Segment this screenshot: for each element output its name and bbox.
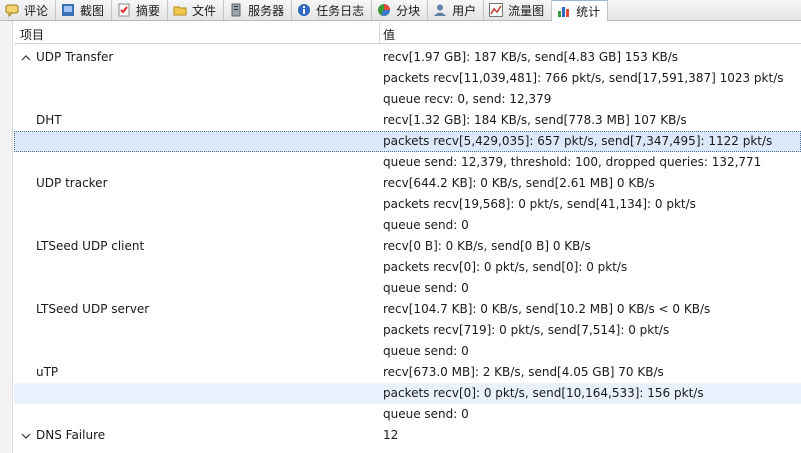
tab-label: 截图 [80, 3, 105, 18]
row-name: UDP tracker [36, 176, 108, 190]
tab-0[interactable]: 评论 [0, 0, 57, 20]
screenshot-icon [61, 3, 75, 17]
row-value: queue send: 12,379, threshold: 100, drop… [383, 155, 762, 169]
row-value: recv[104.7 KB]: 0 KB/s, send[10.2 MB] 0 … [383, 302, 711, 316]
row-value: queue send: 0 [383, 281, 469, 295]
comment-icon [5, 3, 19, 18]
tab-label: 摘要 [136, 3, 161, 18]
column-divider[interactable] [379, 22, 380, 43]
tab-2[interactable]: 摘要 [112, 0, 169, 20]
table-row[interactable]: queue recv: 0, send: 12,379 [14, 89, 801, 110]
expand-icon[interactable] [20, 425, 32, 446]
tab-label: 分块 [396, 3, 421, 18]
row-value: recv[644.2 KB]: 0 KB/s, send[2.61 MB] 0 … [383, 176, 655, 190]
row-value: packets recv[0]: 0 pkt/s, send[0]: 0 pkt… [383, 260, 628, 274]
stats-icon [557, 4, 571, 18]
tab-1[interactable]: 截图 [56, 0, 113, 20]
row-value: 12 [383, 428, 399, 442]
table-row[interactable]: DNS Failure 12 [14, 425, 801, 446]
tab-label: 用户 [452, 3, 477, 18]
row-value: packets recv[719]: 0 pkt/s, send[7,514]:… [383, 323, 670, 337]
left-strip [0, 21, 13, 453]
row-value: recv[1.97 GB]: 187 KB/s, send[4.83 GB] 1… [383, 50, 678, 64]
table-row[interactable]: queue send: 0 [14, 215, 801, 236]
info-icon [297, 3, 311, 17]
table-row[interactable]: packets recv[0]: 0 pkt/s, send[10,164,53… [14, 383, 801, 404]
column-header-item[interactable]: 项目 [20, 26, 44, 43]
row-value: packets recv[19,568]: 0 pkt/s, send[41,1… [383, 197, 696, 211]
summary-icon [117, 3, 131, 17]
tab-5[interactable]: 任务日志 [292, 0, 373, 20]
row-value: recv[0 B]: 0 KB/s, send[0 B] 0 KB/s [383, 239, 591, 253]
row-name: DNS Failure [36, 428, 106, 442]
table-row[interactable]: queue send: 0 [14, 404, 801, 425]
table-row[interactable]: DHT recv[1.32 GB]: 184 KB/s, send[778.3 M… [14, 110, 801, 131]
tab-label: 统计 [576, 4, 601, 19]
pie-chart-icon [377, 3, 391, 17]
row-name: uTP [36, 365, 59, 379]
table-row[interactable]: UDP Transfer recv[1.97 GB]: 187 KB/s, sen… [14, 47, 801, 68]
table-row[interactable]: queue send: 0 [14, 278, 801, 299]
table-row[interactable]: LTSeed UDP client recv[0 B]: 0 KB/s, send… [14, 236, 801, 257]
row-name: DHT [36, 113, 62, 127]
tab-label: 文件 [192, 3, 217, 18]
line-chart-icon [489, 3, 504, 17]
file-icon [173, 3, 187, 17]
row-value: recv[1.32 GB]: 184 KB/s, send[778.3 MB] … [383, 113, 687, 127]
column-header: 项目 值 [14, 22, 801, 44]
tab-8[interactable]: 流量图 [484, 0, 553, 20]
column-header-value[interactable]: 值 [383, 26, 395, 43]
tab-4[interactable]: 服务器 [224, 0, 293, 20]
tab-label: 服务器 [248, 3, 285, 18]
tab-bar: 评论 截图 摘要 文件 服务器 任务日志 分块 用户 流量图 统计 [0, 0, 801, 21]
table-row[interactable]: packets recv[0]: 0 pkt/s, send[0]: 0 pkt… [14, 257, 801, 278]
table-row[interactable]: packets recv[719]: 0 pkt/s, send[7,514]:… [14, 320, 801, 341]
collapse-icon[interactable] [20, 47, 32, 68]
stats-list: UDP Transfer recv[1.97 GB]: 187 KB/s, sen… [14, 47, 801, 446]
tab-label: 评论 [24, 3, 49, 18]
row-value: packets recv[0]: 0 pkt/s, send[10,164,53… [383, 386, 704, 400]
table-row[interactable]: queue send: 12,379, threshold: 100, drop… [14, 152, 801, 173]
server-icon [229, 3, 243, 17]
row-value: packets recv[11,039,481]: 766 pkt/s, sen… [383, 71, 784, 85]
row-value: queue send: 0 [383, 218, 469, 232]
table-row[interactable]: UDP tracker recv[644.2 KB]: 0 KB/s, send[… [14, 173, 801, 194]
table-row[interactable]: packets recv[11,039,481]: 766 pkt/s, sen… [14, 68, 801, 89]
row-value: queue send: 0 [383, 407, 469, 421]
table-row[interactable]: packets recv[19,568]: 0 pkt/s, send[41,1… [14, 194, 801, 215]
tab-9[interactable]: 统计 [552, 0, 609, 21]
user-icon [433, 3, 447, 17]
tab-6[interactable]: 分块 [372, 0, 429, 20]
row-name: LTSeed UDP client [36, 239, 145, 253]
row-value: queue recv: 0, send: 12,379 [383, 92, 552, 106]
row-value: packets recv[5,429,035]: 657 pkt/s, send… [383, 134, 773, 148]
table-row[interactable]: packets recv[5,429,035]: 657 pkt/s, send… [14, 131, 801, 152]
row-value: recv[673.0 MB]: 2 KB/s, send[4.05 GB] 70… [383, 365, 664, 379]
tab-3[interactable]: 文件 [168, 0, 225, 20]
row-name: UDP Transfer [36, 50, 114, 64]
table-row[interactable]: uTP recv[673.0 MB]: 2 KB/s, send[4.05 GB]… [14, 362, 801, 383]
tab-label: 任务日志 [316, 3, 365, 18]
table-row[interactable]: LTSeed UDP server recv[104.7 KB]: 0 KB/s,… [14, 299, 801, 320]
row-value: queue send: 0 [383, 344, 469, 358]
tab-label: 流量图 [508, 3, 545, 18]
tab-7[interactable]: 用户 [428, 0, 485, 20]
table-row[interactable]: queue send: 0 [14, 341, 801, 362]
row-name: LTSeed UDP server [36, 302, 150, 316]
